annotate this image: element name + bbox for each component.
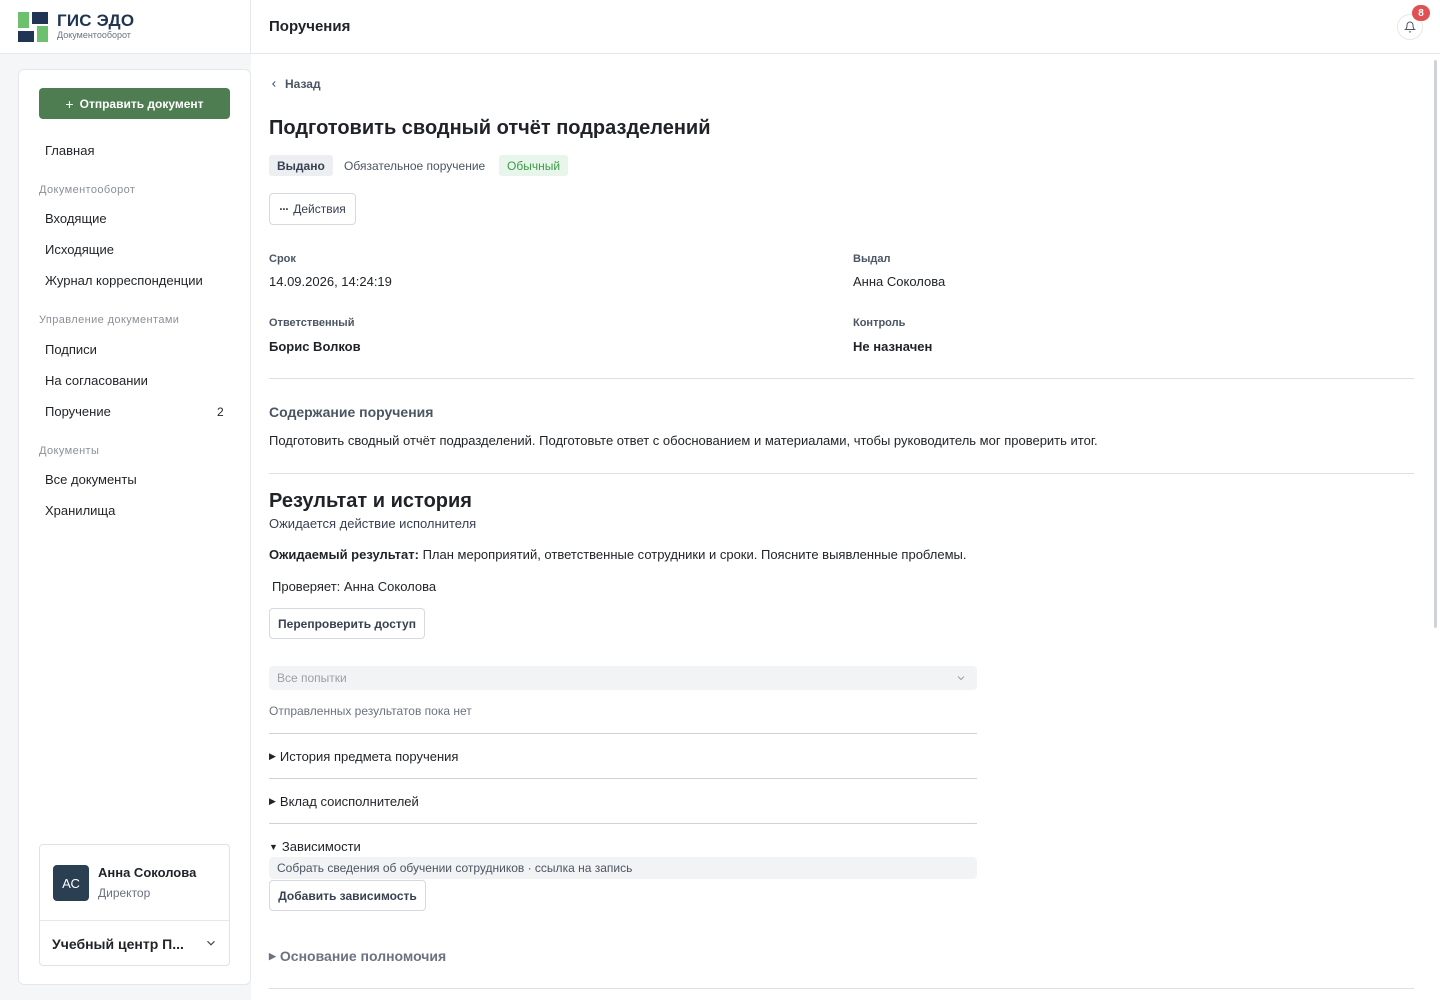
send-document-label: Отправить документ (79, 96, 204, 111)
organization-selector[interactable]: Учебный центр П... (52, 936, 192, 952)
sidebar-section-management: Управление документами (39, 314, 180, 326)
divider (269, 733, 977, 734)
page-heading: Поручения (269, 18, 351, 35)
dependencies-label: Зависимости (281, 839, 361, 854)
back-link[interactable]: Назад (269, 77, 321, 91)
sidebar-section-documents: Документы (39, 445, 100, 457)
history-toggle[interactable]: ▶ История предмета поручения (269, 749, 458, 764)
status-badge: Выдано (269, 155, 333, 176)
bell-icon (1404, 21, 1416, 33)
sidebar-item-assignment[interactable]: Поручение (45, 404, 111, 419)
back-label: Назад (285, 77, 321, 91)
sidebar-item-outgoing[interactable]: Исходящие (45, 242, 114, 257)
control-label: Контроль (853, 317, 906, 329)
basis-toggle[interactable]: ▶ Основание полномочия (269, 948, 446, 964)
deadline-value: 14.09.2026, 14:24:19 (269, 274, 392, 289)
user-role: Директор (98, 886, 151, 900)
triangle-down-icon: ▼ (269, 841, 278, 852)
expected-result: Ожидаемый результат: План мероприятий, о… (269, 547, 967, 562)
logo-icon (18, 12, 50, 43)
sidebar-item-journal[interactable]: Журнал корреспонденции (45, 273, 203, 288)
app-name: ГИС ЭДО (57, 11, 135, 30)
responsible-label: Ответственный (269, 317, 355, 329)
expected-result-label: Ожидаемый результат: (269, 547, 419, 562)
awaiting-status: Ожидается действие исполнителя (269, 516, 477, 531)
responsible-value: Борис Волков (269, 339, 361, 354)
triangle-right-icon: ▶ (269, 950, 276, 961)
result-section-title: Результат и история (269, 490, 472, 512)
sidebar-item-approval[interactable]: На согласовании (45, 373, 148, 388)
triangle-right-icon: ▶ (269, 751, 276, 761)
user-name: Анна Соколова (98, 865, 197, 880)
control-value: Не назначен (853, 339, 933, 354)
recheck-access-button[interactable]: Перепроверить доступ (269, 608, 425, 639)
sidebar-item-storage[interactable]: Хранилища (45, 503, 115, 518)
send-document-button[interactable]: + Отправить документ (39, 88, 230, 119)
content-text: Подготовить сводный отчёт подразделений.… (269, 433, 1098, 448)
actions-label: Действия (293, 202, 346, 216)
priority-badge: Обычный (499, 155, 569, 176)
history-label: История предмета поручения (279, 749, 459, 764)
app-subtitle: Документооборот (57, 30, 131, 40)
content-section-title: Содержание поручения (269, 404, 434, 420)
type-badge: Обязательное поручение (344, 158, 486, 173)
user-card: АС Анна Соколова Директор Учебный центр … (39, 844, 230, 966)
divider (269, 823, 977, 824)
sidebar-item-incoming[interactable]: Входящие (45, 211, 107, 226)
sidebar-item-all-documents[interactable]: Все документы (45, 472, 137, 487)
contribution-toggle[interactable]: ▶ Вклад соисполнителей (269, 794, 419, 809)
issuer-value: Анна Соколова (853, 274, 946, 289)
plus-icon: + (65, 95, 74, 112)
chevron-down-icon[interactable] (204, 936, 218, 950)
issuer-label: Выдал (853, 253, 891, 265)
chevron-left-icon (272, 81, 276, 87)
more-icon: ··· (279, 202, 289, 216)
avatar[interactable]: АС (53, 865, 89, 901)
divider (269, 778, 977, 779)
attempts-select-value: Все попытки (277, 671, 347, 685)
divider (269, 988, 1414, 989)
sidebar-item-home[interactable]: Главная (45, 143, 94, 158)
assignment-count: 2 (217, 405, 224, 419)
dependencies-toggle[interactable]: ▼ Зависимости (269, 839, 361, 854)
page-title: Подготовить сводный отчёт подразделений (269, 117, 711, 139)
top-bar: ГИС ЭДО Документооборот Поручения 8 (0, 0, 1440, 54)
expected-result-text: План мероприятий, ответственные сотрудни… (422, 547, 967, 562)
dependency-item[interactable]: Собрать сведения об обучении сотрудников… (269, 857, 977, 879)
sidebar-section-docflow: Документооборот (39, 184, 136, 196)
notifications-badge: 8 (1412, 5, 1430, 21)
deadline-label: Срок (269, 253, 296, 265)
actions-button[interactable]: ··· Действия (269, 193, 356, 225)
divider (269, 378, 1414, 379)
triangle-right-icon: ▶ (269, 796, 276, 806)
contribution-label: Вклад соисполнителей (279, 794, 419, 809)
basis-label: Основание полномочия (279, 948, 447, 964)
sidebar-item-signatures[interactable]: Подписи (45, 342, 97, 357)
add-dependency-button[interactable]: Добавить зависимость (269, 880, 426, 911)
chevron-down-icon (957, 676, 965, 681)
no-results-text: Отправленных результатов пока нет (269, 704, 472, 718)
reviewer: Проверяет: Анна Соколова (272, 579, 437, 594)
attempts-select[interactable]: Все попытки (269, 666, 977, 690)
scrollbar[interactable] (1434, 60, 1437, 628)
header-divider (250, 0, 251, 54)
divider (269, 473, 1414, 474)
user-card-divider (40, 920, 229, 921)
